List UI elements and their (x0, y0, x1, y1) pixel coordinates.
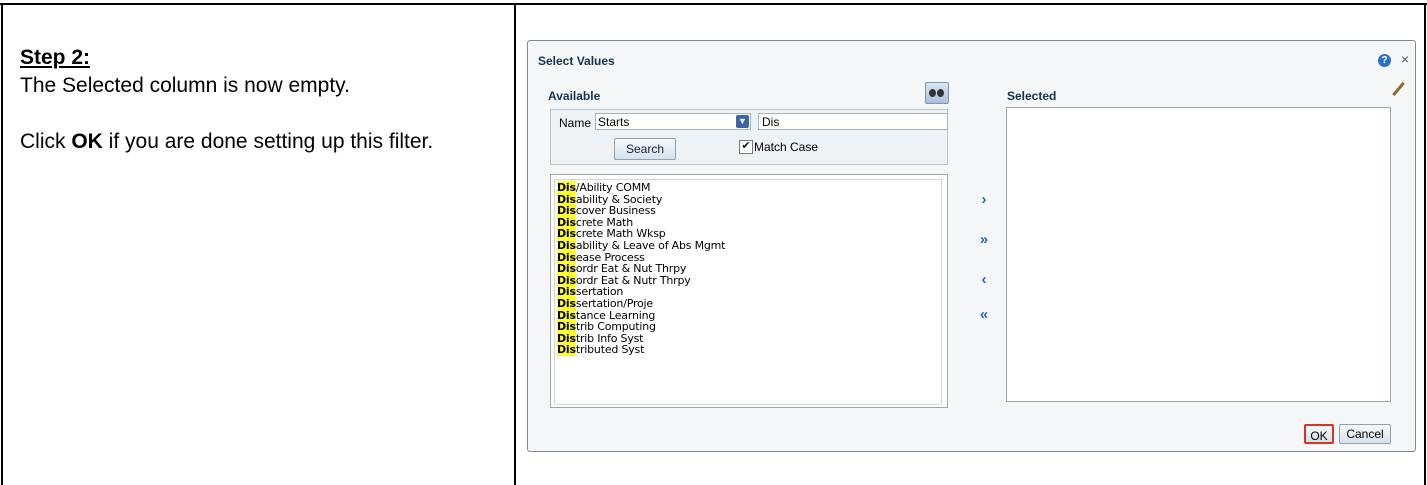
pencil-icon[interactable] (1392, 81, 1405, 97)
available-label: Available (548, 89, 601, 103)
list-item-text: tributed Syst (575, 343, 645, 357)
instruction-prefix: Click (20, 130, 72, 153)
selected-list[interactable] (1006, 107, 1391, 402)
binoculars-icon[interactable] (925, 82, 949, 104)
dialog-title: Select Values (538, 54, 615, 68)
match-case-checkbox[interactable]: ✔ (739, 140, 753, 154)
operator-value: Starts (598, 115, 630, 129)
search-button[interactable]: Search (614, 138, 676, 160)
instruction-suffix: if you are done setting up this filter. (102, 130, 434, 153)
frame-top-border (0, 3, 1427, 5)
available-list[interactable]: Dis/Ability COMM Disability & Society Disc… (550, 174, 948, 408)
search-value-input[interactable]: Dis (758, 113, 948, 130)
chevron-down-icon[interactable]: ▼ (736, 115, 749, 128)
frame-left-border (1, 3, 3, 485)
frame-divider (514, 3, 516, 485)
list-item[interactable]: Distributed Syst (557, 343, 941, 357)
help-icon[interactable]: ? (1378, 54, 1391, 67)
instruction-line-1: The Selected column is now empty. (20, 74, 350, 97)
move-icon[interactable]: › (976, 192, 992, 207)
search-panel: Name Starts ▼ Dis Search ✔ Match Case (550, 109, 948, 165)
available-items: Dis/Ability COMM Disability & Society Disc… (555, 180, 941, 357)
select-values-dialog: Select Values ? × Available Name Starts … (527, 40, 1416, 452)
available-list-inner: Dis/Ability COMM Disability & Society Disc… (554, 179, 942, 405)
selected-label: Selected (1007, 89, 1057, 103)
remove-icon[interactable]: ‹ (976, 272, 992, 287)
match-highlight: Dis (557, 296, 576, 310)
move-all-icon[interactable]: » (976, 232, 992, 247)
match-case-label: Match Case (754, 140, 819, 154)
operator-select[interactable]: Starts ▼ (595, 113, 751, 130)
instruction-bold-ok: OK (71, 130, 103, 153)
match-highlight: Dis (557, 343, 576, 357)
instruction-text: Step 2: The Selected column is now empty… (20, 44, 505, 156)
ok-button[interactable]: OK (1304, 424, 1334, 444)
step-title: Step 2: (20, 46, 91, 69)
frame-right-border (1424, 3, 1426, 485)
close-icon[interactable]: × (1401, 51, 1409, 67)
cancel-button[interactable]: Cancel (1339, 424, 1391, 444)
instruction-line-2: Click OK if you are done setting up this… (20, 128, 505, 156)
name-label: Name (559, 116, 592, 130)
remove-all-icon[interactable]: « (976, 307, 992, 322)
